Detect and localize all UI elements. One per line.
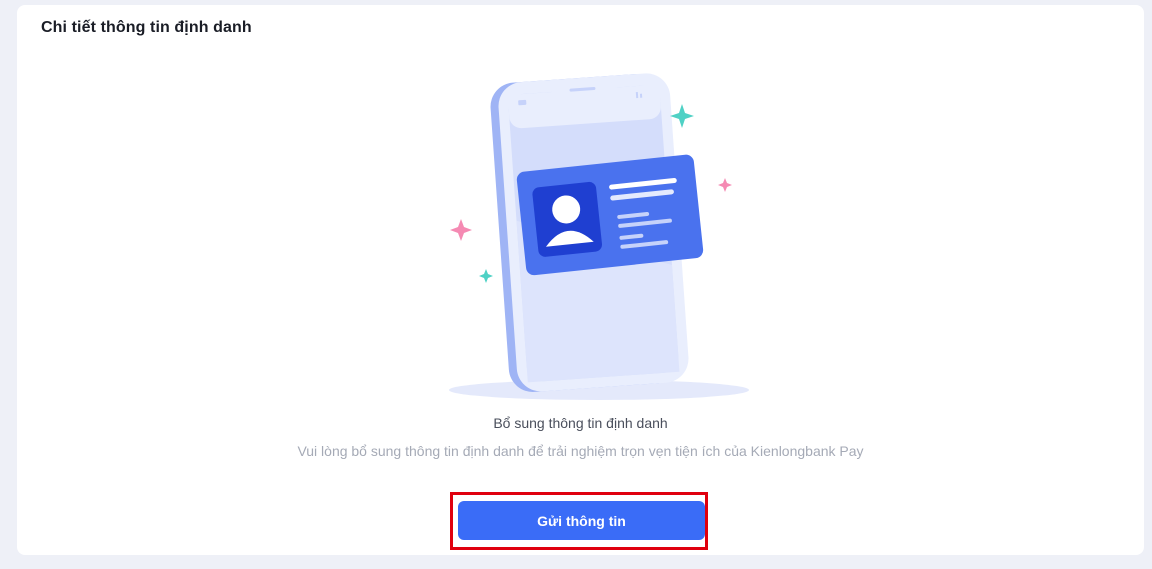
phone-id-card-icon [449,73,749,400]
submit-info-button[interactable]: Gửi thông tin [458,501,705,540]
card-title: Chi tiết thông tin định danh [41,19,252,36]
empty-state-subtitle: Bổ sung thông tin định danh [493,415,668,431]
empty-state-description: Vui lòng bổ sung thông tin định danh để … [297,443,864,459]
identity-details-card: Chi tiết thông tin định danh Bổ sung thô… [17,5,1144,555]
